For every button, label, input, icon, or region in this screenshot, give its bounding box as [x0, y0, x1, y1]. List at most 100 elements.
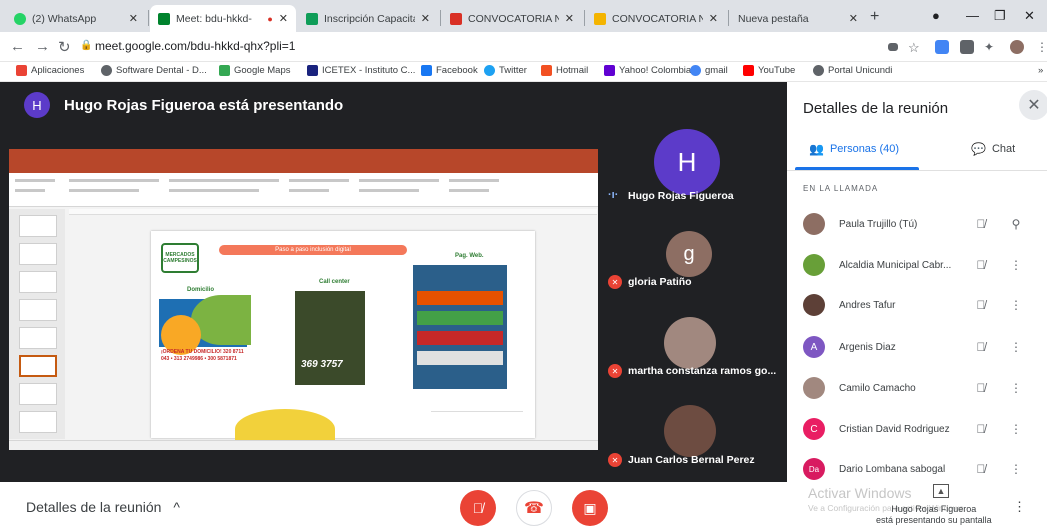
chevron-up-icon: ^	[173, 499, 180, 515]
participant-name: Camilo Camacho	[839, 382, 916, 394]
reload-icon[interactable]: ↻	[58, 38, 71, 56]
participant-row[interactable]: Paula Trujillo (Tú) 🎙̸ ⚲	[803, 209, 1043, 239]
maximize-icon[interactable]: ❐	[994, 8, 1006, 24]
more-options-icon[interactable]: ⋮	[1009, 258, 1023, 272]
window-close-icon[interactable]: ✕	[1024, 8, 1035, 24]
mic-off-icon[interactable]: 🎙̸	[971, 381, 991, 395]
participant-row[interactable]: Alcaldia Municipal Cabr... 🎙̸ ⋮	[803, 250, 1043, 280]
tab-label: Personas (40)	[829, 143, 900, 155]
close-icon[interactable]: ✕	[421, 12, 430, 25]
close-icon[interactable]: ✕	[129, 12, 138, 25]
bookmarks-overflow-icon[interactable]: »	[1038, 65, 1043, 76]
tile-name: Hugo Rojas Figueroa	[628, 190, 734, 202]
bookmark-yahoo[interactable]: Yahoo! Colombia	[604, 65, 691, 76]
more-options-icon[interactable]: ⋮	[1009, 381, 1023, 395]
participant-row[interactable]: Camilo Camacho 🎙̸ ⋮	[803, 373, 1043, 403]
recording-icon: ●	[267, 13, 273, 24]
close-icon[interactable]: ✕	[849, 12, 858, 25]
tab-label: Chat	[991, 143, 1016, 155]
more-options-icon[interactable]: ⋮	[1009, 462, 1023, 476]
close-icon[interactable]: ✕	[279, 12, 288, 25]
mic-off-icon[interactable]: 🎙̸	[971, 340, 991, 354]
bookmark-facebook[interactable]: Facebook	[421, 65, 478, 76]
ppt-statusbar	[9, 440, 599, 450]
globe-icon	[813, 65, 824, 76]
minimize-icon[interactable]: —	[966, 8, 979, 23]
mic-off-icon[interactable]: 🎙̸	[971, 258, 991, 272]
participant-row[interactable]: C Cristian David Rodriguez 🎙̸ ⋮	[803, 414, 1043, 444]
bookmark-label: ICETEX - Instituto C...	[322, 65, 416, 76]
facebook-icon	[421, 65, 432, 76]
hotmail-icon	[541, 65, 552, 76]
more-options-icon[interactable]: ⋮	[1009, 422, 1023, 436]
more-options-icon[interactable]: ⋮	[1013, 499, 1026, 515]
close-icon[interactable]: ✕	[565, 12, 574, 25]
address-bar-row: ← → ↻ 🔒 meet.google.com/bdu-hkkd-qhx?pli…	[0, 32, 1047, 62]
mic-off-icon[interactable]: 🎙̸	[971, 462, 991, 476]
tab-chat[interactable]: 💬 Chat	[971, 142, 1015, 156]
tab-label: (2) WhatsApp	[32, 12, 97, 25]
speaking-indicator-icon: ·ı·	[608, 189, 619, 201]
profile-icon[interactable]: ●	[932, 8, 940, 23]
tab-divider	[148, 10, 149, 26]
leave-call-button[interactable]: ☎	[516, 490, 552, 526]
bookmark-icetex[interactable]: ICETEX - Instituto C...	[307, 65, 415, 76]
more-options-icon[interactable]: ⋮	[1009, 298, 1023, 312]
bookmark-software-dental[interactable]: Software Dental - D...	[101, 65, 207, 76]
slide-heading-domicilio: Domicilio	[187, 287, 215, 293]
bookmark-label: Twitter	[499, 65, 527, 76]
menu-icon[interactable]: ⋮	[1036, 40, 1047, 54]
bookmark-twitter[interactable]: Twitter	[484, 65, 527, 76]
mic-off-icon: 🎙̸	[472, 500, 484, 516]
participant-name: Dario Lombana sabogal	[839, 463, 946, 475]
new-tab-button[interactable]: +	[870, 8, 879, 26]
tab-new[interactable]: Nueva pestaña ✕	[730, 5, 866, 32]
tab-convocatoria-drive[interactable]: CONVOCATORIA No. ✕	[586, 5, 726, 32]
bookmark-gmail[interactable]: gmail	[690, 65, 728, 76]
puzzle-icon[interactable]: ✦	[984, 40, 994, 54]
drive-icon	[594, 12, 606, 25]
tab-whatsapp[interactable]: (2) WhatsApp ✕	[6, 5, 146, 32]
tab-inscripcion[interactable]: Inscripción Capacitac ✕	[298, 5, 438, 32]
bookmark-google-maps[interactable]: Google Maps	[219, 65, 291, 76]
mic-toggle-button[interactable]: 🎙̸	[460, 490, 496, 526]
camera-toggle-button[interactable]: ▣	[572, 490, 608, 526]
back-icon[interactable]: ←	[10, 38, 25, 55]
tab-divider	[584, 10, 585, 26]
close-icon[interactable]: ✕	[709, 12, 718, 25]
forward-icon[interactable]: →	[35, 38, 50, 55]
mic-off-icon[interactable]: 🎙̸	[971, 422, 991, 436]
camera-off-icon: ▣	[583, 499, 597, 516]
participant-name: Argenis Diaz	[839, 341, 896, 353]
close-panel-button[interactable]: ✕	[1019, 90, 1047, 120]
participant-row[interactable]: Andres Tafur 🎙̸ ⋮	[803, 290, 1043, 320]
mic-off-icon[interactable]: 🎙̸	[971, 298, 991, 312]
bookmark-hotmail[interactable]: Hotmail	[541, 65, 588, 76]
twitter-icon	[484, 65, 495, 76]
bookmark-portal-unicundi[interactable]: Portal Unicundi	[813, 65, 892, 76]
meeting-details-button[interactable]: Detalles de la reunión ^	[26, 499, 180, 515]
bookmark-youtube[interactable]: YouTube	[743, 65, 795, 76]
tab-people[interactable]: 👥 Personas (40)	[809, 142, 899, 156]
tab-convocatoria-gmail[interactable]: CONVOCATORIA No. ✕	[442, 5, 582, 32]
domicilio-text: ¡ORDENA TU DOMICILIO! 320 8711 043 • 313…	[161, 349, 244, 362]
participant-row[interactable]: Da Dario Lombana sabogal 🎙̸ ⋮	[803, 454, 1043, 484]
more-options-icon[interactable]: ⋮	[1009, 340, 1023, 354]
present-screen-icon[interactable]: ▲	[933, 484, 949, 498]
participant-row[interactable]: A Argenis Diaz 🎙̸ ⋮	[803, 332, 1043, 362]
extension-icon[interactable]	[960, 40, 974, 54]
camera-icon[interactable]	[888, 43, 898, 51]
bookmark-label: Facebook	[436, 65, 478, 76]
pin-icon[interactable]: ⚲	[1009, 217, 1023, 231]
tab-meet[interactable]: Meet: bdu-hkkd- ● ✕	[150, 5, 296, 32]
star-icon[interactable]: ☆	[908, 40, 920, 56]
mercados-campesinos-logo: MERCADOS CAMPESINOS	[161, 243, 199, 273]
extension-icon[interactable]	[935, 40, 949, 54]
google-icon	[690, 65, 701, 76]
url-field[interactable]: meet.google.com/bdu-hkkd-qhx?pli=1	[95, 39, 295, 53]
avatar: H	[24, 92, 50, 118]
bookmark-apps[interactable]: Aplicaciones	[16, 65, 84, 76]
mic-off-icon[interactable]: 🎙̸	[971, 217, 991, 231]
avatar[interactable]	[1010, 40, 1024, 54]
divider	[787, 170, 1047, 171]
